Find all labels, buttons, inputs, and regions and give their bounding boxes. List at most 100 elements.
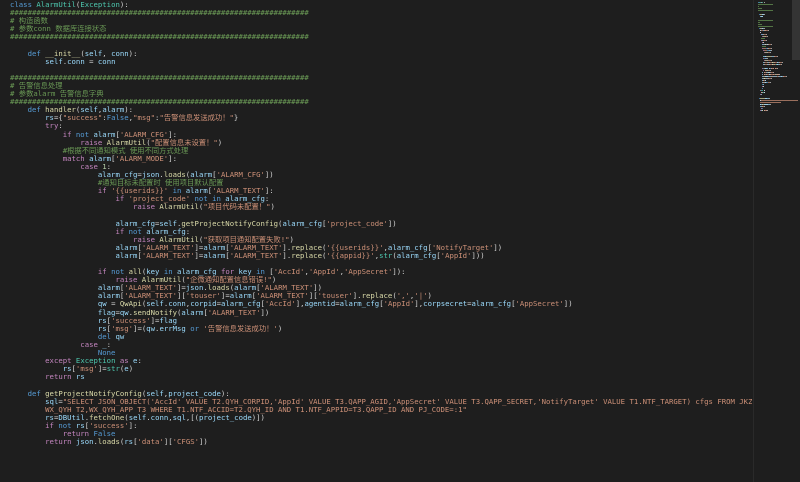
code-line[interactable]: ########################################… <box>10 74 752 82</box>
minimap-viewport-slider[interactable] <box>792 0 800 60</box>
code-line[interactable]: alarm_cfg=self.getProjectNotifyConfig(al… <box>10 220 752 228</box>
code-line[interactable]: alarm['ALARM_TEXT']['touser']=alarm['ALA… <box>10 292 752 300</box>
code-line[interactable]: ########################################… <box>10 98 752 106</box>
code-line[interactable]: if not all(key in alarm_cfg for key in [… <box>10 268 752 276</box>
code-line[interactable]: if not alarm_cfg: <box>10 228 752 236</box>
code-line[interactable]: def handler(self,alarm): <box>10 106 752 114</box>
minimap-stroke <box>761 94 763 95</box>
code-line[interactable]: raise AlarmUtil("企微通知配置信息错误!") <box>10 276 752 284</box>
code-line[interactable]: rs['msg']=str(e) <box>10 365 752 373</box>
code-line[interactable]: sql="SELECT JSON_OBJECT('AccId' VALUE T2… <box>10 398 752 406</box>
code-line[interactable]: raise AlarmUtil("配置信息未设置！") <box>10 139 752 147</box>
minimap-stroke <box>769 70 771 71</box>
code-token: 'CFGS' <box>172 438 199 447</box>
code-line[interactable]: rs['success']=flag <box>10 317 752 325</box>
code-area[interactable]: class AlarmUtil(Exception): #############… <box>10 1 752 446</box>
code-line[interactable]: rs=DBUtil.fetchOne(self.conn,sql,[(proje… <box>10 414 752 422</box>
code-token: corpsecret <box>423 300 468 309</box>
code-line[interactable]: alarm_cfg=json.loads(alarm['ALARM_CFG']) <box>10 171 752 179</box>
code-line[interactable]: alarm['ALARM_TEXT']=alarm['ALARM_TEXT'].… <box>10 244 752 252</box>
code-line[interactable]: class AlarmUtil(Exception): <box>10 1 752 9</box>
code-line[interactable]: if '{{userids}}' in alarm['ALARM_TEXT']: <box>10 187 752 195</box>
code-line[interactable]: case 1: <box>10 163 752 171</box>
code-token: ]. <box>352 292 362 301</box>
code-line[interactable]: # 参数alarm 告警信息字典 <box>10 90 752 98</box>
code-editor[interactable]: class AlarmUtil(Exception): #############… <box>0 0 800 482</box>
code-line[interactable]: raise AlarmUtil("项目代码未配置！") <box>10 203 752 211</box>
code-token: qw <box>119 308 129 317</box>
code-token: 'AppSecret' <box>515 300 564 309</box>
minimap[interactable] <box>753 0 800 482</box>
code-line[interactable]: ########################################… <box>10 33 752 41</box>
code-line[interactable]: match alarm['ALARM_MODE']: <box>10 155 752 163</box>
code-token: 'ALARM_TEXT' <box>256 292 309 301</box>
code-line[interactable]: if not alarm['ALARM_CFG']: <box>10 131 752 139</box>
code-token: alarm <box>93 130 116 139</box>
code-line[interactable]: try: <box>10 122 752 130</box>
code-line[interactable]: def __init__(self, conn): <box>10 50 752 58</box>
code-line[interactable]: #根据不同通知模式 使用不同方式处理 <box>10 147 752 155</box>
minimap-stroke <box>763 106 765 107</box>
code-line[interactable]: return rs <box>10 373 752 381</box>
code-line[interactable]: return json.loads(rs['data']['CFGS']) <box>10 438 752 446</box>
code-line[interactable]: del qw <box>10 333 752 341</box>
code-line[interactable]: WX_QYH T2,WX_QYH_APP T3 WHERE T1.NTF_ACC… <box>10 406 752 414</box>
code-line[interactable]: #通知目标未配置时 使用项目默认配置 <box>10 179 752 187</box>
code-token: # 参数conn 数据库连接状态 <box>10 25 107 34</box>
minimap-stroke <box>782 62 784 63</box>
code-line[interactable]: # 构造函数 <box>10 17 752 25</box>
code-token: ) <box>289 235 294 244</box>
code-token: self <box>146 389 164 398</box>
code-line[interactable]: rs['msg']=(qw.errMsg or '告警信息发送成功！') <box>10 325 752 333</box>
code-line[interactable] <box>10 211 752 219</box>
code-token: 'NotifyTarget' <box>431 243 494 252</box>
code-token: self <box>45 57 63 66</box>
code-line[interactable] <box>10 260 752 268</box>
code-line[interactable]: if 'project_code' not in alarm_cfg: <box>10 195 752 203</box>
code-line[interactable]: except Exception as e: <box>10 357 752 365</box>
minimap-stroke <box>763 84 765 85</box>
minimap-stroke <box>758 6 760 7</box>
minimap-stroke <box>776 56 778 57</box>
code-line[interactable]: # 参数conn 数据库连接状态 <box>10 25 752 33</box>
code-line[interactable] <box>10 381 752 389</box>
code-token: : <box>185 227 191 236</box>
code-line[interactable] <box>10 41 752 49</box>
code-line[interactable]: ########################################… <box>10 9 752 17</box>
code-token: "SELECT JSON_OBJECT('AccId' VALUE T2.QYH… <box>62 397 752 406</box>
code-line[interactable]: return False <box>10 430 752 438</box>
code-token: json <box>141 170 160 179</box>
minimap-stroke <box>765 80 767 81</box>
code-line[interactable]: raise AlarmUtil("获取项目通知配置失败!") <box>10 236 752 244</box>
code-line[interactable]: def getProjectNotifyConfig(self,project_… <box>10 390 752 398</box>
code-token: rs <box>124 438 134 447</box>
code-line[interactable]: # 告警信息处理 <box>10 82 752 90</box>
code-token: self <box>84 49 103 58</box>
code-token: self <box>159 219 177 228</box>
code-line[interactable]: qw = QwApi(self.conn,corpid=alarm_cfg['A… <box>10 300 752 308</box>
minimap-stroke <box>781 64 783 65</box>
code-token: loads <box>97 438 120 447</box>
code-line[interactable]: flag=qw.sendNotify(alarm['ALARM_TEXT']) <box>10 309 752 317</box>
code-line[interactable]: alarm['ALARM_TEXT']=json.loads(alarm['AL… <box>10 284 752 292</box>
code-token: alarm <box>97 284 120 293</box>
code-line[interactable]: self.conn = conn <box>10 58 752 66</box>
code-token: replace <box>291 251 322 260</box>
code-line[interactable]: rs={"success":False,"msg":"告警信息发送成功！"} <box>10 114 752 122</box>
code-line[interactable] <box>10 66 752 74</box>
code-line[interactable]: None <box>10 349 752 357</box>
code-line[interactable]: alarm['ALARM_TEXT']=alarm['ALARM_TEXT'].… <box>10 252 752 260</box>
code-token: json <box>75 438 94 447</box>
code-token: : <box>264 195 270 204</box>
code-line[interactable]: if not rs['success']: <box>10 422 752 430</box>
code-token: except <box>45 357 76 366</box>
code-line[interactable]: case _: <box>10 341 752 349</box>
